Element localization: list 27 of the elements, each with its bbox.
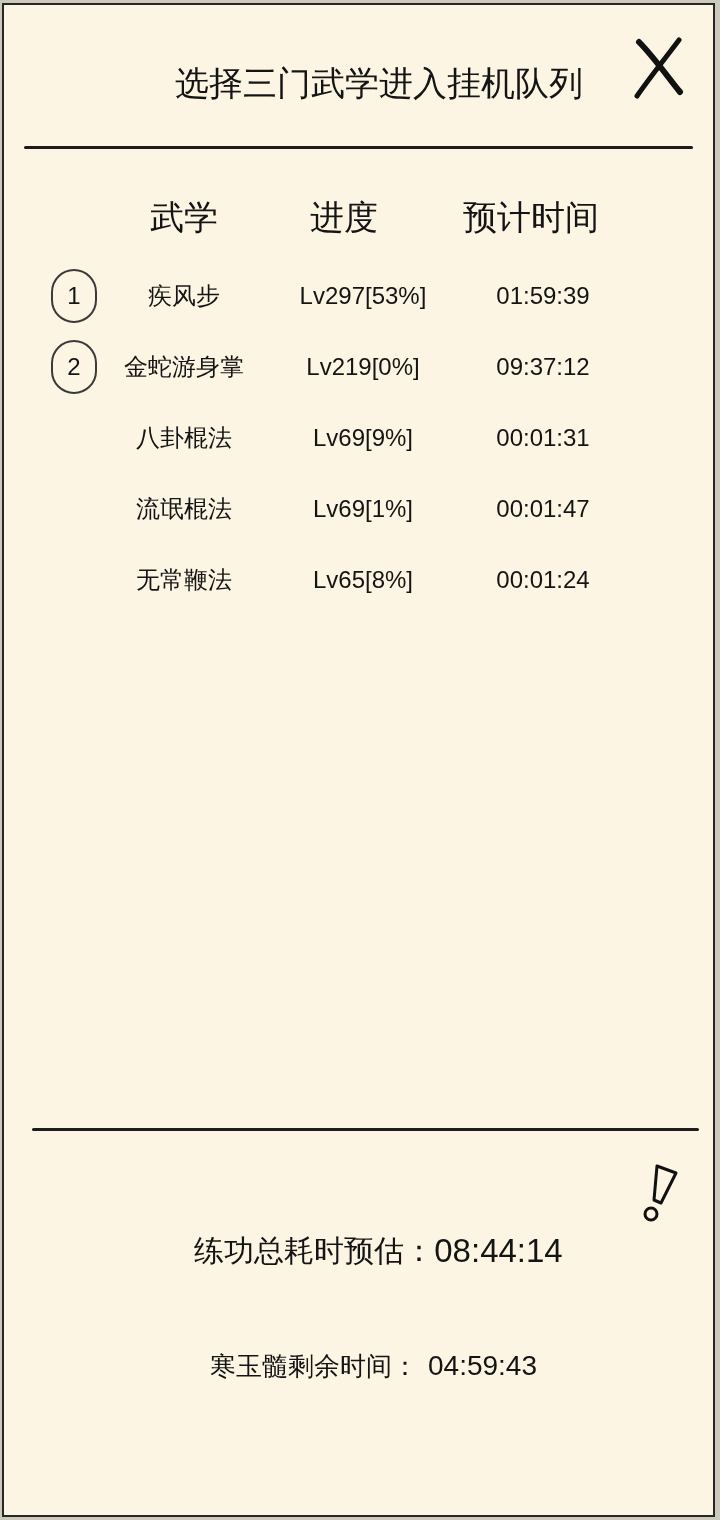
total-time-value: 08:44:14 (434, 1231, 563, 1271)
skill-rank-text: Lv219[0%] (306, 351, 420, 382)
skill-name[interactable]: 无常鞭法 (136, 564, 232, 595)
estimated-time: 00:01:24 (496, 564, 590, 595)
total-time-label: 练功总耗时预估： (194, 1233, 435, 1269)
exclamation-icon[interactable] (641, 1163, 679, 1223)
estimated-time: 00:01:47 (496, 493, 590, 524)
remaining-time-value: 04:59:43 (428, 1349, 537, 1383)
close-icon (633, 36, 685, 100)
remaining-time-label: 寒玉髓剩余时间： (210, 1350, 418, 1383)
skill-rank-text: Lv69[9%] (312, 422, 414, 453)
column-header: 进度 (310, 197, 378, 238)
skill-name[interactable]: 八卦棍法 (136, 422, 232, 453)
skill-rank-text: Lv297[53%] (299, 280, 427, 311)
skill-name[interactable]: 流氓棍法 (136, 493, 232, 524)
estimated-time: 00:01:31 (496, 422, 590, 453)
column-header: 武学 (150, 197, 218, 238)
skill-name[interactable]: 金蛇游身掌 (124, 351, 244, 382)
skill-name[interactable]: 疾风步 (148, 280, 220, 311)
skill-rank-text: Lv65[8%] (312, 564, 414, 595)
skill-rank-text: Lv69[1%] (312, 493, 414, 524)
column-header: 预计时间 (463, 197, 599, 238)
queue-position: 1 (51, 268, 97, 323)
estimated-time: 01:59:39 (496, 280, 590, 311)
dialog-title: 选择三门武学进入挂机队列 (173, 63, 584, 103)
estimated-time: 09:37:12 (496, 351, 590, 382)
queue-position: 2 (51, 339, 97, 394)
